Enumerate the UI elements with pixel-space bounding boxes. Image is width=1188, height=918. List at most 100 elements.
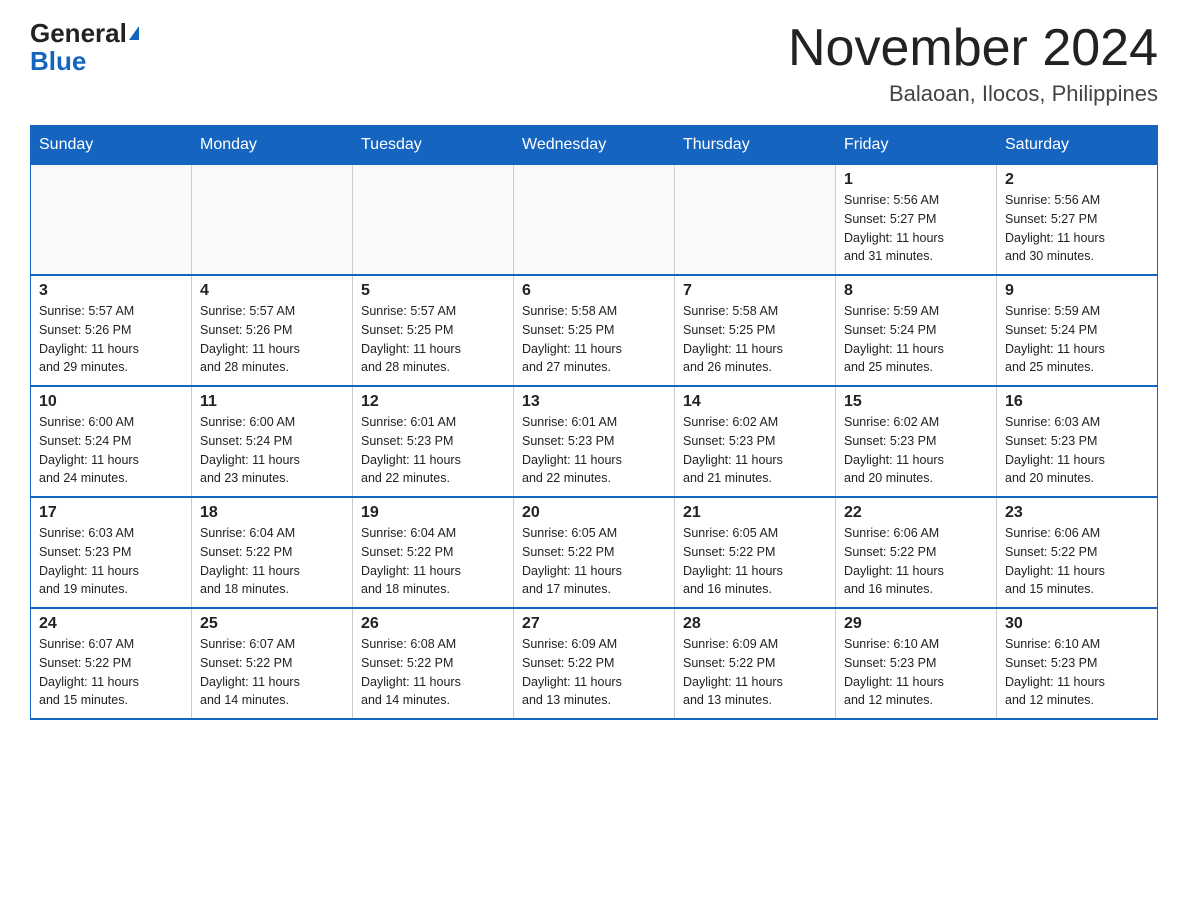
day-number: 17	[39, 504, 183, 522]
day-info: Sunrise: 6:06 AMSunset: 5:22 PMDaylight:…	[1005, 524, 1149, 599]
day-info: Sunrise: 6:05 AMSunset: 5:22 PMDaylight:…	[683, 524, 827, 599]
calendar-cell: 16 Sunrise: 6:03 AMSunset: 5:23 PMDayligh…	[997, 386, 1158, 497]
day-info: Sunrise: 5:59 AMSunset: 5:24 PMDaylight:…	[844, 302, 988, 377]
calendar-cell: 6 Sunrise: 5:58 AMSunset: 5:25 PMDaylight…	[514, 275, 675, 386]
day-number: 25	[200, 615, 344, 633]
calendar-cell: 17 Sunrise: 6:03 AMSunset: 5:23 PMDayligh…	[31, 497, 192, 608]
day-number: 13	[522, 393, 666, 411]
calendar-cell: 4 Sunrise: 5:57 AMSunset: 5:26 PMDaylight…	[192, 275, 353, 386]
day-info: Sunrise: 5:59 AMSunset: 5:24 PMDaylight:…	[1005, 302, 1149, 377]
day-number: 23	[1005, 504, 1149, 522]
day-number: 3	[39, 282, 183, 300]
month-title: November 2024	[788, 20, 1158, 77]
day-number: 14	[683, 393, 827, 411]
day-info: Sunrise: 6:02 AMSunset: 5:23 PMDaylight:…	[844, 413, 988, 488]
day-number: 30	[1005, 615, 1149, 633]
day-info: Sunrise: 5:58 AMSunset: 5:25 PMDaylight:…	[522, 302, 666, 377]
weekday-header: Friday	[836, 126, 997, 165]
calendar-cell: 7 Sunrise: 5:58 AMSunset: 5:25 PMDaylight…	[675, 275, 836, 386]
day-number: 6	[522, 282, 666, 300]
day-info: Sunrise: 6:00 AMSunset: 5:24 PMDaylight:…	[39, 413, 183, 488]
weekday-header: Sunday	[31, 126, 192, 165]
day-number: 1	[844, 171, 988, 189]
day-info: Sunrise: 6:10 AMSunset: 5:23 PMDaylight:…	[844, 635, 988, 710]
weekday-header: Thursday	[675, 126, 836, 165]
calendar-cell: 29 Sunrise: 6:10 AMSunset: 5:23 PMDayligh…	[836, 608, 997, 719]
calendar-cell: 15 Sunrise: 6:02 AMSunset: 5:23 PMDayligh…	[836, 386, 997, 497]
calendar-cell: 11 Sunrise: 6:00 AMSunset: 5:24 PMDayligh…	[192, 386, 353, 497]
weekday-header: Monday	[192, 126, 353, 165]
day-number: 26	[361, 615, 505, 633]
day-number: 21	[683, 504, 827, 522]
calendar-week-row: 1 Sunrise: 5:56 AMSunset: 5:27 PMDaylight…	[31, 165, 1158, 276]
day-number: 7	[683, 282, 827, 300]
day-info: Sunrise: 5:57 AMSunset: 5:26 PMDaylight:…	[39, 302, 183, 377]
day-number: 24	[39, 615, 183, 633]
calendar-cell: 25 Sunrise: 6:07 AMSunset: 5:22 PMDayligh…	[192, 608, 353, 719]
calendar-cell: 24 Sunrise: 6:07 AMSunset: 5:22 PMDayligh…	[31, 608, 192, 719]
calendar-cell: 26 Sunrise: 6:08 AMSunset: 5:22 PMDayligh…	[353, 608, 514, 719]
day-info: Sunrise: 6:00 AMSunset: 5:24 PMDaylight:…	[200, 413, 344, 488]
calendar-cell: 8 Sunrise: 5:59 AMSunset: 5:24 PMDaylight…	[836, 275, 997, 386]
calendar-cell: 18 Sunrise: 6:04 AMSunset: 5:22 PMDayligh…	[192, 497, 353, 608]
calendar-cell	[31, 165, 192, 276]
day-info: Sunrise: 6:05 AMSunset: 5:22 PMDaylight:…	[522, 524, 666, 599]
day-number: 18	[200, 504, 344, 522]
calendar-cell: 13 Sunrise: 6:01 AMSunset: 5:23 PMDayligh…	[514, 386, 675, 497]
day-info: Sunrise: 5:56 AMSunset: 5:27 PMDaylight:…	[844, 191, 988, 266]
day-info: Sunrise: 6:07 AMSunset: 5:22 PMDaylight:…	[39, 635, 183, 710]
day-info: Sunrise: 5:58 AMSunset: 5:25 PMDaylight:…	[683, 302, 827, 377]
calendar-cell: 10 Sunrise: 6:00 AMSunset: 5:24 PMDayligh…	[31, 386, 192, 497]
weekday-header: Wednesday	[514, 126, 675, 165]
day-info: Sunrise: 6:10 AMSunset: 5:23 PMDaylight:…	[1005, 635, 1149, 710]
day-number: 4	[200, 282, 344, 300]
day-number: 29	[844, 615, 988, 633]
calendar-cell: 30 Sunrise: 6:10 AMSunset: 5:23 PMDayligh…	[997, 608, 1158, 719]
day-number: 15	[844, 393, 988, 411]
calendar-cell: 5Sunrise: 5:57 AMSunset: 5:25 PMDaylight…	[353, 275, 514, 386]
day-number: 20	[522, 504, 666, 522]
calendar-cell: 27Sunrise: 6:09 AMSunset: 5:22 PMDayligh…	[514, 608, 675, 719]
page-header: General Blue November 2024 Balaoan, Iloc…	[30, 20, 1158, 107]
title-section: November 2024 Balaoan, Ilocos, Philippin…	[788, 20, 1158, 107]
day-info: Sunrise: 6:02 AMSunset: 5:23 PMDaylight:…	[683, 413, 827, 488]
weekday-header: Tuesday	[353, 126, 514, 165]
day-info: Sunrise: 6:09 AMSunset: 5:22 PMDaylight:…	[683, 635, 827, 710]
calendar-table: SundayMondayTuesdayWednesdayThursdayFrid…	[30, 125, 1158, 720]
calendar-cell	[675, 165, 836, 276]
day-number: 9	[1005, 282, 1149, 300]
calendar-cell: 21 Sunrise: 6:05 AMSunset: 5:22 PMDayligh…	[675, 497, 836, 608]
calendar-cell: 22Sunrise: 6:06 AMSunset: 5:22 PMDayligh…	[836, 497, 997, 608]
calendar-cell: 3 Sunrise: 5:57 AMSunset: 5:26 PMDaylight…	[31, 275, 192, 386]
day-number: 10	[39, 393, 183, 411]
day-info: Sunrise: 6:07 AMSunset: 5:22 PMDaylight:…	[200, 635, 344, 710]
calendar-cell: 9 Sunrise: 5:59 AMSunset: 5:24 PMDaylight…	[997, 275, 1158, 386]
calendar-week-row: 17 Sunrise: 6:03 AMSunset: 5:23 PMDayligh…	[31, 497, 1158, 608]
day-info: Sunrise: 5:56 AMSunset: 5:27 PMDaylight:…	[1005, 191, 1149, 266]
logo-blue: Blue	[30, 48, 86, 74]
day-info: Sunrise: 6:04 AMSunset: 5:22 PMDaylight:…	[361, 524, 505, 599]
calendar-cell: 28 Sunrise: 6:09 AMSunset: 5:22 PMDayligh…	[675, 608, 836, 719]
day-number: 19	[361, 504, 505, 522]
day-number: 8	[844, 282, 988, 300]
day-number: 5	[361, 282, 505, 300]
day-info: Sunrise: 6:01 AMSunset: 5:23 PMDaylight:…	[361, 413, 505, 488]
day-info: Sunrise: 6:03 AMSunset: 5:23 PMDaylight:…	[1005, 413, 1149, 488]
calendar-cell: 12Sunrise: 6:01 AMSunset: 5:23 PMDayligh…	[353, 386, 514, 497]
calendar-cell: 1 Sunrise: 5:56 AMSunset: 5:27 PMDaylight…	[836, 165, 997, 276]
day-number: 28	[683, 615, 827, 633]
day-info: Sunrise: 6:04 AMSunset: 5:22 PMDaylight:…	[200, 524, 344, 599]
calendar-week-row: 10 Sunrise: 6:00 AMSunset: 5:24 PMDayligh…	[31, 386, 1158, 497]
location-title: Balaoan, Ilocos, Philippines	[788, 81, 1158, 107]
day-info: Sunrise: 6:03 AMSunset: 5:23 PMDaylight:…	[39, 524, 183, 599]
weekday-header: Saturday	[997, 126, 1158, 165]
day-number: 16	[1005, 393, 1149, 411]
calendar-cell: 2Sunrise: 5:56 AMSunset: 5:27 PMDaylight…	[997, 165, 1158, 276]
day-info: Sunrise: 5:57 AMSunset: 5:26 PMDaylight:…	[200, 302, 344, 377]
logo-general: General	[30, 20, 139, 46]
day-info: Sunrise: 6:08 AMSunset: 5:22 PMDaylight:…	[361, 635, 505, 710]
day-number: 11	[200, 393, 344, 411]
day-info: Sunrise: 6:01 AMSunset: 5:23 PMDaylight:…	[522, 413, 666, 488]
calendar-cell: 19 Sunrise: 6:04 AMSunset: 5:22 PMDayligh…	[353, 497, 514, 608]
calendar-cell	[514, 165, 675, 276]
